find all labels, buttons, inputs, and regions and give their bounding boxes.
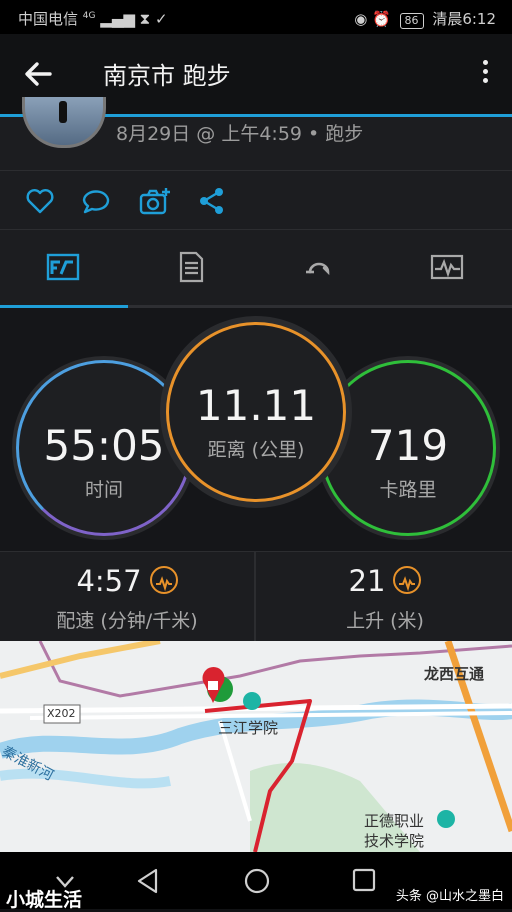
- metrics-row: 4:57 配速 (分钟/千米) 21 上升 (米): [0, 551, 512, 642]
- social-actions: [0, 171, 512, 230]
- heart-icon[interactable]: [24, 185, 56, 217]
- distance-label: 距离 (公里): [207, 439, 305, 461]
- nav-home-icon[interactable]: [244, 868, 270, 898]
- detail-tabs: [0, 230, 512, 308]
- nav-recents-icon[interactable]: [352, 868, 376, 896]
- time-label: 时间: [84, 479, 123, 501]
- status-bar: 中国电信 4G ▂▄▆ ⧗ ✓ ◉ ⏰ 86 清晨6:12: [0, 0, 512, 34]
- tab-overview-icon[interactable]: [46, 250, 80, 284]
- carrier-text: 中国电信: [18, 10, 79, 28]
- nav-back-icon[interactable]: [136, 868, 160, 898]
- notification-icon: ✓: [154, 10, 168, 28]
- calories-stat-circle: 719 卡路里: [320, 360, 496, 536]
- eye-icon: ◉: [354, 10, 368, 28]
- tab-laps-icon[interactable]: [302, 250, 336, 284]
- map-label-interchange: 龙西互通: [424, 665, 485, 683]
- calories-value: 719: [367, 421, 449, 470]
- alarm-icon: ⏰: [372, 10, 391, 28]
- pace-chart-icon: [149, 566, 178, 594]
- back-arrow-icon[interactable]: [22, 58, 56, 90]
- hourglass-icon: ⧗: [139, 10, 151, 28]
- map-label-vocational-line1: 正德职业: [364, 812, 425, 830]
- clock-text: 清晨6:12: [432, 10, 496, 28]
- watermark-right: 头条 @山水之墨白: [395, 889, 504, 904]
- pace-metric[interactable]: 4:57 配速 (分钟/千米): [0, 552, 256, 642]
- pace-value: 4:57: [76, 564, 142, 598]
- ascent-value: 21: [348, 564, 386, 598]
- tab-charts-icon[interactable]: [430, 250, 464, 284]
- ascent-metric[interactable]: 21 上升 (米): [258, 552, 512, 642]
- more-menu-icon[interactable]: [478, 60, 492, 90]
- distance-value: 11.11: [195, 381, 317, 430]
- activity-date: 8月29日 @ 上午4:59 • 跑步: [116, 123, 364, 145]
- map-label-road: X202: [47, 707, 76, 720]
- map-label-vocational: 正德职业 技术学院: [364, 811, 424, 851]
- battery-icon: 86: [399, 13, 424, 29]
- ascent-label: 上升 (米): [346, 610, 424, 632]
- activity-photo[interactable]: [22, 97, 106, 148]
- route-map[interactable]: 龙西互通 X202 三江学院 秦淮新河 正德职业 技术学院: [0, 641, 512, 852]
- watermark-left: 小城生活: [6, 889, 83, 911]
- calories-label: 卡路里: [379, 479, 437, 501]
- tab-details-icon[interactable]: [174, 250, 208, 284]
- page-title: 南京市 跑步: [103, 62, 231, 90]
- time-value: 55:05: [43, 421, 165, 470]
- stats-panel: 55:05 时间 719 卡路里 11.11 距离 (公里): [0, 308, 512, 551]
- map-label-college: 三江学院: [218, 719, 279, 737]
- signal-icon: ▂▄▆: [100, 10, 135, 28]
- network-type: 4G: [82, 11, 96, 21]
- time-stat-circle: 55:05 时间: [16, 360, 192, 536]
- map-label-vocational-line2: 技术学院: [364, 832, 425, 850]
- activity-header: 8月29日 @ 上午4:59 • 跑步: [0, 97, 512, 171]
- comment-icon[interactable]: [80, 185, 112, 217]
- add-photo-icon[interactable]: [138, 185, 170, 217]
- share-icon[interactable]: [196, 185, 228, 217]
- ascent-chart-icon: [393, 566, 422, 594]
- pace-label: 配速 (分钟/千米): [56, 610, 198, 632]
- status-right: ◉ ⏰ 86 清晨6:12: [354, 8, 496, 29]
- status-left: 中国电信 4G ▂▄▆ ⧗ ✓: [18, 8, 168, 29]
- distance-stat-circle: 11.11 距离 (公里): [166, 322, 346, 502]
